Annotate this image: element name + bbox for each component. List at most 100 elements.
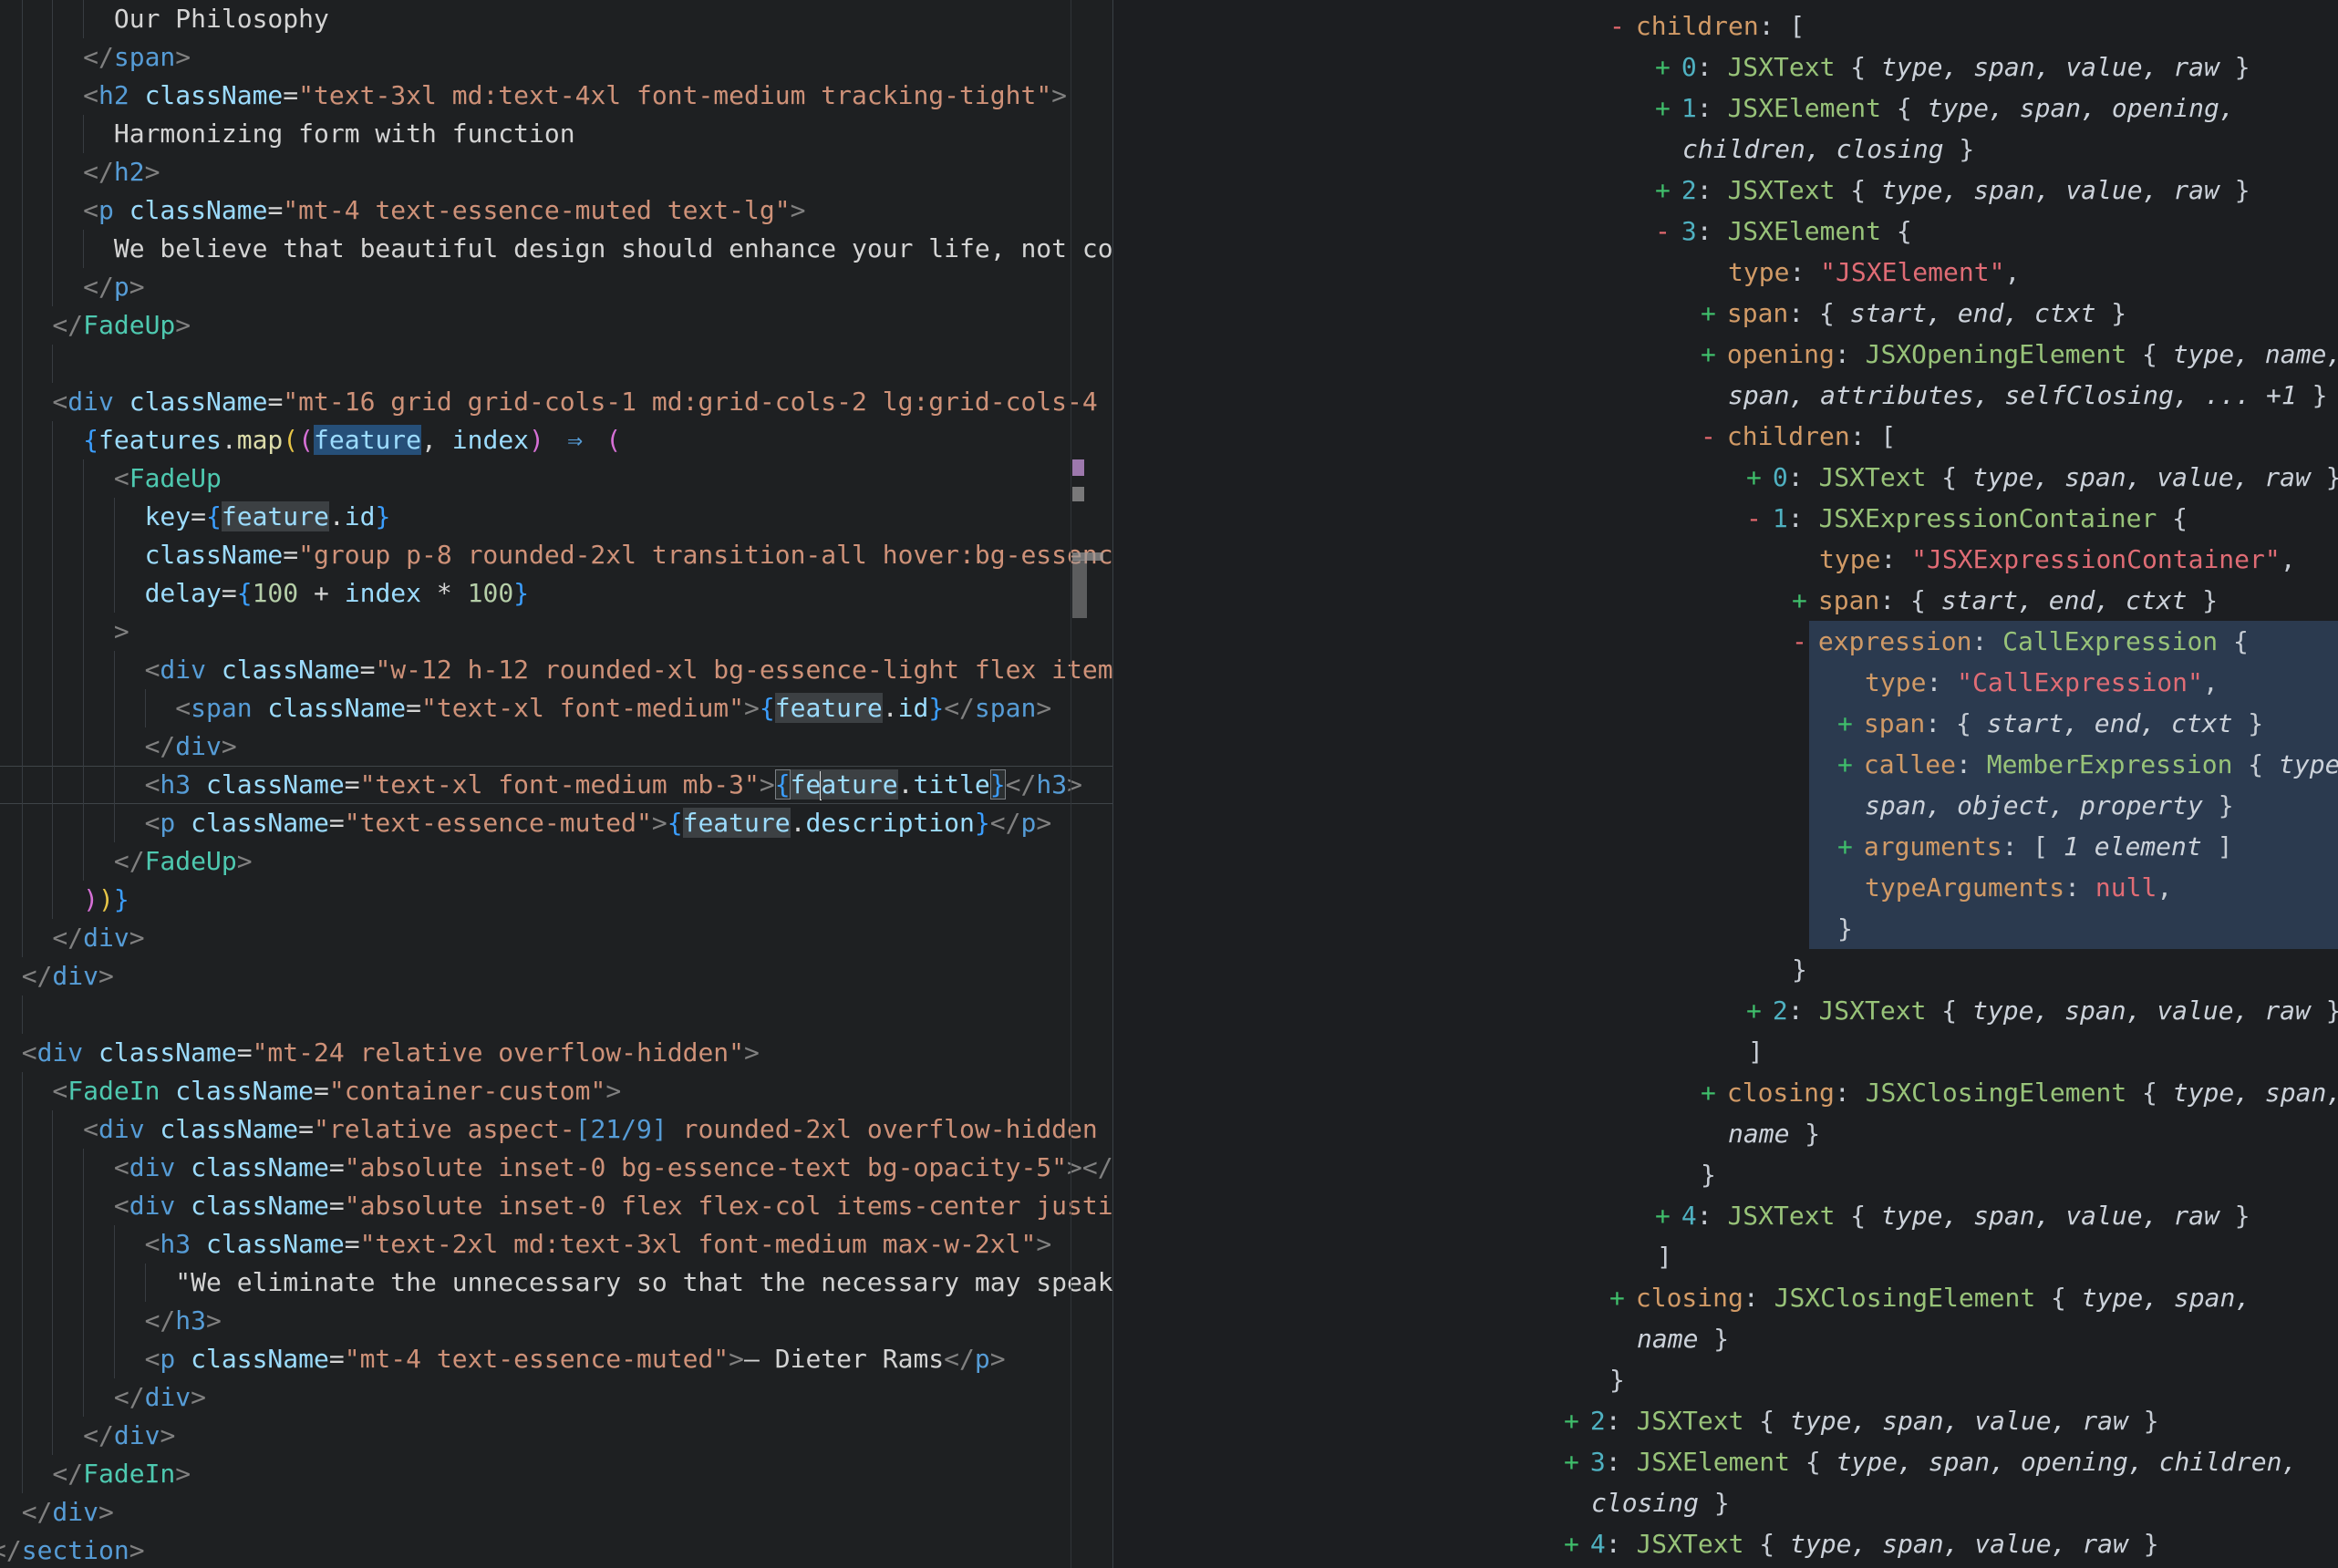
ast-tree-row[interactable]: +2: JSXText { type, span, value, raw } xyxy=(1113,990,2338,1031)
ast-tree-row[interactable]: -children: [ xyxy=(1113,5,2338,46)
ast-tree-row[interactable]: -1: JSXExpressionContainer { xyxy=(1113,498,2338,539)
ast-tree-row[interactable]: } xyxy=(1113,908,2338,949)
code-line[interactable]: </div> xyxy=(0,957,1112,995)
tree-expand-icon[interactable]: + xyxy=(1701,1072,1716,1113)
code-line[interactable]: Our Philosophy xyxy=(0,0,1112,38)
ast-tree-row[interactable]: closing } xyxy=(1113,1482,2338,1523)
ast-tree-row[interactable]: type: "JSXExpressionContainer", xyxy=(1113,539,2338,580)
ast-tree-row[interactable]: +0: JSXText { type, span, value, raw } xyxy=(1113,457,2338,498)
tree-expand-icon[interactable]: + xyxy=(1837,826,1853,867)
code-line[interactable]: <div className="absolute inset-0 flex fl… xyxy=(0,1187,1112,1225)
ast-tree-row[interactable]: -children: [ xyxy=(1113,416,2338,457)
tree-expand-icon[interactable]: + xyxy=(1655,88,1671,129)
ast-tree-row[interactable]: type: "CallExpression", xyxy=(1113,662,2338,703)
ast-tree-row[interactable]: ] xyxy=(1113,1236,2338,1277)
tree-expand-icon[interactable]: + xyxy=(1655,1195,1671,1236)
code-line[interactable]: <div className="absolute inset-0 bg-esse… xyxy=(0,1149,1112,1187)
code-line[interactable]: <div className="mt-16 grid grid-cols-1 m… xyxy=(0,383,1112,421)
code-line[interactable]: <p className="text-essence-muted">{featu… xyxy=(0,804,1112,842)
code-line[interactable]: ))} xyxy=(0,881,1112,919)
code-line[interactable]: key={feature.id} xyxy=(0,498,1112,536)
ast-tree-row[interactable]: +2: JSXText { type, span, value, raw } xyxy=(1113,170,2338,211)
code-line[interactable]: > xyxy=(0,613,1112,651)
code-line[interactable]: Harmonizing form with function xyxy=(0,115,1112,153)
code-line[interactable]: </FadeUp> xyxy=(0,842,1112,881)
tree-expand-icon[interactable]: + xyxy=(1701,334,1716,375)
ast-tree-row[interactable]: +closing: JSXClosingElement { type, span… xyxy=(1113,1072,2338,1113)
tree-expand-icon[interactable]: + xyxy=(1609,1277,1625,1318)
ast-tree-row[interactable]: type: "JSXElement", xyxy=(1113,252,2338,293)
code-line[interactable]: <p className="mt-4 text-essence-muted">—… xyxy=(0,1340,1112,1378)
ast-tree-row[interactable]: +2: JSXText { type, span, value, raw } xyxy=(1113,1400,2338,1441)
code-line[interactable]: </div> xyxy=(0,1417,1112,1455)
ast-tree-row[interactable]: } xyxy=(1113,1359,2338,1400)
code-line[interactable]: className="group p-8 rounded-2xl transit… xyxy=(0,536,1112,574)
code-line[interactable]: </h2> xyxy=(0,153,1112,191)
code-line[interactable]: </h3> xyxy=(0,1302,1112,1340)
tree-collapse-icon[interactable]: - xyxy=(1655,211,1671,252)
code-line[interactable]: We believe that beautiful design should … xyxy=(0,230,1112,268)
scrollbar-mark-purple[interactable] xyxy=(1072,459,1084,476)
code-line[interactable]: </div> xyxy=(0,1493,1112,1532)
code-line-current[interactable]: <h3 className="text-xl font-medium mb-3"… xyxy=(0,766,1112,804)
ast-tree-row[interactable]: +3: JSXElement { type, span, opening, ch… xyxy=(1113,1441,2338,1482)
code-editor-pane[interactable]: Our Philosophy</span><h2 className="text… xyxy=(0,0,1112,1568)
tree-expand-icon[interactable]: + xyxy=(1746,990,1762,1031)
ast-tree-row[interactable]: +4: JSXText { type, span, value, raw } xyxy=(1113,1195,2338,1236)
scrollbar-mark-gray[interactable] xyxy=(1072,487,1084,501)
code-line[interactable]: "We eliminate the unnecessary so that th… xyxy=(0,1264,1112,1302)
ast-tree-row[interactable]: -3: JSXElement { xyxy=(1113,211,2338,252)
code-line[interactable]: </div> xyxy=(0,727,1112,766)
code-line[interactable]: delay={100 + index * 100} xyxy=(0,574,1112,613)
code-line[interactable]: </FadeUp> xyxy=(0,306,1112,345)
ast-tree-row[interactable]: ] xyxy=(1113,1031,2338,1072)
code-line[interactable]: <h3 className="text-2xl md:text-3xl font… xyxy=(0,1225,1112,1264)
ast-tree-row[interactable]: children, closing } xyxy=(1113,129,2338,170)
ast-tree-row[interactable]: +1: JSXElement { type, span, opening, xyxy=(1113,88,2338,129)
ast-tree-row[interactable]: name } xyxy=(1113,1318,2338,1359)
ast-tree-row[interactable]: span, attributes, selfClosing, ... +1 } xyxy=(1113,375,2338,416)
code-line[interactable]: </div> xyxy=(0,919,1112,957)
tree-expand-icon[interactable]: + xyxy=(1655,170,1671,211)
code-line[interactable]: </div> xyxy=(0,1378,1112,1417)
ast-tree-row[interactable]: +span: { start, end, ctxt } xyxy=(1113,703,2338,744)
code-line[interactable]: </section> xyxy=(0,1532,1112,1568)
code-line[interactable]: <p className="mt-4 text-essence-muted te… xyxy=(0,191,1112,230)
tree-collapse-icon[interactable]: - xyxy=(1701,416,1716,457)
tree-expand-icon[interactable]: + xyxy=(1792,580,1807,621)
tree-expand-icon[interactable]: + xyxy=(1564,1400,1579,1441)
ast-tree-row[interactable]: } xyxy=(1113,1154,2338,1195)
tree-expand-icon[interactable]: + xyxy=(1564,1523,1579,1564)
code-line[interactable]: </span> xyxy=(0,38,1112,77)
code-line[interactable] xyxy=(0,995,1112,1034)
code-line[interactable]: {features.map((feature, index) ⇒ ( xyxy=(0,421,1112,459)
code-line[interactable]: <div className="relative aspect-[21/9] r… xyxy=(0,1110,1112,1149)
tree-expand-icon[interactable]: + xyxy=(1701,293,1716,334)
ast-tree-pane[interactable]: -children: [+0: JSXText { type, span, va… xyxy=(1113,0,2338,1568)
code-line[interactable] xyxy=(0,345,1112,383)
tree-expand-icon[interactable]: + xyxy=(1837,703,1853,744)
code-line[interactable]: </FadeIn> xyxy=(0,1455,1112,1493)
tree-collapse-icon[interactable]: - xyxy=(1746,498,1762,539)
ast-tree-row[interactable]: +closing: JSXClosingElement { type, span… xyxy=(1113,1277,2338,1318)
ast-tree-row[interactable]: +4: JSXText { type, span, value, raw } xyxy=(1113,1523,2338,1564)
ast-tree-row[interactable]: typeArguments: null, xyxy=(1113,867,2338,908)
ast-tree-row[interactable]: +arguments: [ 1 element ] xyxy=(1113,826,2338,867)
tree-expand-icon[interactable]: + xyxy=(1564,1441,1579,1482)
scrollbar-thumb[interactable] xyxy=(1072,560,1087,618)
ast-tree-row[interactable]: } xyxy=(1113,949,2338,990)
code-line[interactable]: <div className="w-12 h-12 rounded-xl bg-… xyxy=(0,651,1112,689)
ast-tree-row[interactable]: -expression: CallExpression { xyxy=(1113,621,2338,662)
tree-expand-icon[interactable]: + xyxy=(1655,46,1671,88)
ast-tree-row[interactable]: name } xyxy=(1113,1113,2338,1154)
code-line[interactable]: <span className="text-xl font-medium">{f… xyxy=(0,689,1112,727)
ast-tree-row[interactable]: +callee: MemberExpression { type, xyxy=(1113,744,2338,785)
code-line[interactable]: <FadeUp xyxy=(0,459,1112,498)
tree-collapse-icon[interactable]: - xyxy=(1609,5,1625,46)
ast-tree-row[interactable]: span, object, property } xyxy=(1113,785,2338,826)
tree-expand-icon[interactable]: + xyxy=(1746,457,1762,498)
ast-tree-row[interactable]: +opening: JSXOpeningElement { type, name… xyxy=(1113,334,2338,375)
code-line[interactable]: </p> xyxy=(0,268,1112,306)
tree-collapse-icon[interactable]: - xyxy=(1792,621,1807,662)
code-line[interactable]: <h2 className="text-3xl md:text-4xl font… xyxy=(0,77,1112,115)
